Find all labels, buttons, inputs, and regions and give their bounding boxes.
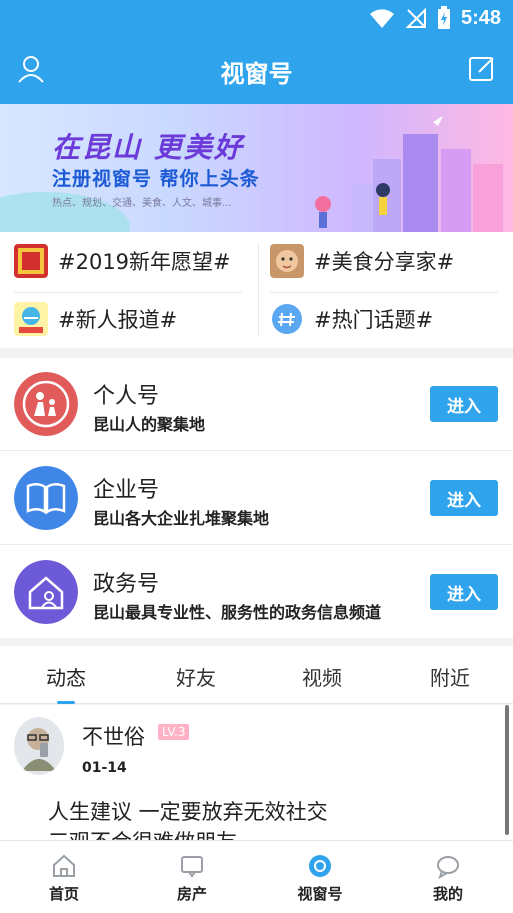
topic-label: #美食分享家# (314, 250, 455, 274)
nav-label: 我的 (432, 885, 463, 903)
tab-videos[interactable]: 视频 (258, 662, 386, 691)
clock: 5:48 (460, 6, 501, 29)
nav-label: 房产 (176, 885, 207, 903)
signal-off-icon (405, 7, 426, 28)
account-description: 昆山最具专业性、服务性的政务信息频道 (93, 603, 382, 622)
topic-item-new-year[interactable]: #2019新年愿望# (14, 232, 242, 290)
topic-label: #新人报道# (58, 308, 178, 332)
topic-row-divider (270, 292, 498, 293)
account-description: 昆山人的聚集地 (93, 415, 206, 434)
nav-shichuang[interactable]: 视窗号 (290, 853, 350, 913)
enter-government-button[interactable]: 进入 (430, 574, 498, 610)
personal-account-icon (14, 372, 78, 436)
account-row-enterprise[interactable]: 企业号 昆山各大企业扎堆聚集地 进入 (0, 452, 513, 545)
nav-mine[interactable]: 我的 (418, 853, 478, 913)
topic-item-food[interactable]: #美食分享家# (270, 232, 498, 290)
government-account-icon (14, 560, 78, 624)
user-avatar[interactable] (14, 717, 64, 775)
enter-enterprise-button[interactable]: 进入 (430, 480, 498, 516)
child-photo-icon (270, 244, 304, 278)
nav-label: 首页 (48, 885, 79, 903)
topic-label: #热门话题# (314, 308, 434, 332)
topic-grid: #2019新年愿望# #美食分享家# #新人报道# #热门话题# (0, 232, 513, 348)
speech-bubble-icon (437, 856, 459, 879)
topic-row-divider (14, 292, 242, 293)
battery-charging-icon (437, 6, 450, 29)
enter-personal-button[interactable]: 进入 (430, 386, 498, 422)
tab-friends[interactable]: 好友 (132, 662, 260, 691)
account-row-personal[interactable]: 个人号 昆山人的聚集地 进入 (0, 358, 513, 451)
topic-divider (258, 244, 259, 336)
account-row-government[interactable]: 政务号 昆山最具专业性、服务性的政务信息频道 进入 (0, 546, 513, 639)
account-description: 昆山各大企业扎堆聚集地 (93, 509, 270, 528)
banner-brand: 在昆山 更美好 (52, 131, 244, 164)
tab-dynamic[interactable]: 动态 (2, 662, 130, 691)
topic-item-newcomer[interactable]: #新人报道# (14, 290, 242, 348)
post-username[interactable]: 不世俗 (82, 721, 145, 751)
post-date: 01-14 (82, 760, 127, 776)
post-text: 人生建议 一定要放弃无效社交 三观不合很难做朋友 (48, 797, 328, 840)
account-type-list: 个人号 昆山人的聚集地 进入 企业号 昆山各大企业扎堆聚集地 进入 政务号 昆山… (0, 358, 513, 638)
newcomer-badge-icon (14, 302, 48, 336)
active-tab-indicator (57, 701, 75, 704)
topic-label: #2019新年愿望# (58, 250, 231, 274)
home-icon (53, 854, 75, 877)
title-bar: 视窗号 (0, 36, 513, 104)
nav-home[interactable]: 首页 (34, 853, 94, 913)
city-skyline-illustration (315, 116, 503, 232)
app-screen: 5:48 视窗号 在昆山 更美好 注册视窗号 帮你上头条 热点、规划、交通、美食… (0, 0, 513, 913)
account-name: 个人号 (93, 384, 160, 409)
status-icons: 5:48 (369, 6, 501, 30)
chat-box-icon (181, 856, 203, 878)
tab-nearby[interactable]: 附近 (386, 662, 513, 691)
account-name: 企业号 (93, 478, 160, 503)
hash-bubble-icon (272, 304, 302, 334)
feed-scrollbar[interactable] (505, 705, 509, 835)
feed-tabs: 动态 好友 视频 附近 (0, 646, 513, 704)
shichuang-icon (309, 855, 331, 877)
enterprise-account-icon (14, 466, 78, 530)
nav-property[interactable]: 房产 (162, 853, 222, 913)
page-title: 视窗号 (220, 60, 293, 88)
post-line: 三观不合很难做朋友 (48, 827, 328, 840)
user-level-badge: LV.3 (158, 724, 190, 740)
promo-banner[interactable]: 在昆山 更美好 注册视窗号 帮你上头条 热点、规划、交通、美食、人文、城事... (0, 104, 513, 232)
topic-item-hot[interactable]: #热门话题# (270, 290, 498, 348)
compose-icon[interactable] (467, 54, 497, 84)
banner-tags: 热点、规划、交通、美食、人文、城事... (52, 198, 232, 209)
nav-label: 视窗号 (297, 885, 343, 903)
banner-headline: 注册视窗号 帮你上头条 (52, 168, 260, 190)
wifi-icon (369, 9, 394, 28)
account-name: 政务号 (93, 572, 160, 597)
post-line: 人生建议 一定要放弃无效社交 (48, 800, 328, 824)
feed-post[interactable]: 不世俗 LV.3 01-14 人生建议 一定要放弃无效社交 三观不合很难做朋友 (0, 705, 513, 840)
status-bar: 5:48 (0, 0, 513, 36)
new-year-badge-icon (14, 244, 48, 278)
bottom-navigation: 首页 房产 视窗号 我的 (0, 840, 513, 913)
